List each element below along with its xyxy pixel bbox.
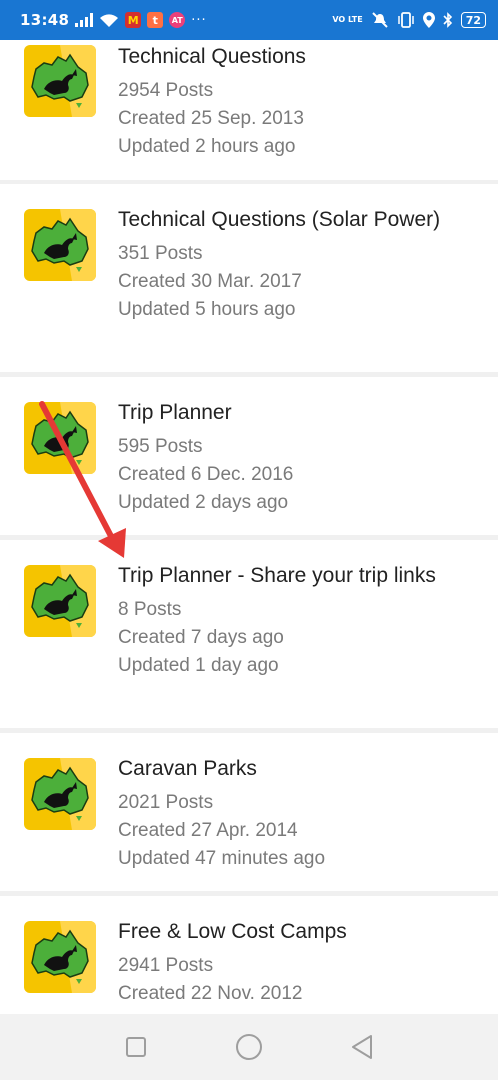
forum-item[interactable]: Technical Questions (Solar Power) 351 Po… — [0, 184, 498, 372]
status-time: 13:48 — [20, 11, 70, 29]
location-icon — [422, 12, 435, 28]
forum-updated: Updated 5 hours ago — [118, 299, 296, 320]
home-button[interactable] — [229, 1027, 269, 1067]
forum-created: Created 27 Apr. 2014 — [118, 820, 298, 841]
recents-button[interactable] — [116, 1027, 156, 1067]
forum-item[interactable]: Technical Questions 2954 Posts Created 2… — [0, 40, 498, 180]
forum-posts: 2954 Posts — [118, 80, 214, 101]
wifi-icon — [99, 13, 119, 28]
system-nav-bar — [0, 1014, 498, 1080]
australia-kangaroo-logo-icon — [24, 758, 96, 830]
forum-created: Created 25 Sep. 2013 — [118, 108, 304, 129]
forum-created: Created 30 Mar. 2017 — [118, 271, 302, 292]
signal-icon — [75, 13, 94, 27]
australia-kangaroo-logo-icon — [24, 921, 96, 993]
forum-title: Technical Questions (Solar Power) — [118, 208, 441, 231]
circle-icon — [235, 1034, 262, 1060]
status-bar: 13:48 M t AT ··· VO LTE 72 — [0, 0, 498, 40]
forum-updated: Updated 1 day ago — [118, 655, 279, 676]
forum-posts: 595 Posts — [118, 436, 203, 457]
square-icon — [126, 1037, 147, 1057]
bluetooth-icon — [443, 12, 453, 28]
triangle-back-icon — [351, 1035, 372, 1059]
forum-item[interactable]: Caravan Parks 2021 Posts Created 27 Apr.… — [0, 733, 498, 891]
forum-item[interactable]: Trip Planner 595 Posts Created 6 Dec. 20… — [0, 377, 498, 535]
australia-kangaroo-logo-icon — [24, 45, 96, 117]
forum-posts: 351 Posts — [118, 243, 203, 264]
forum-title: Caravan Parks — [118, 757, 257, 780]
forum-updated: Updated 2 days ago — [118, 492, 289, 513]
forum-title: Trip Planner - Share your trip links — [118, 564, 436, 587]
forum-updated: Updated 2 hours ago — [118, 136, 296, 157]
forum-updated: Updated 47 minutes ago — [118, 848, 326, 869]
forum-created: Created 22 Nov. 2012 — [118, 983, 303, 1004]
forum-posts: 2021 Posts — [118, 792, 214, 813]
more-notifications-icon: ··· — [191, 12, 207, 28]
forum-list: Technical Questions 2954 Posts Created 2… — [0, 40, 498, 1014]
forum-created: Created 7 days ago — [118, 627, 284, 648]
forum-title: Technical Questions — [118, 45, 306, 68]
mcdonalds-notification-icon: M — [125, 12, 142, 28]
australia-kangaroo-logo-icon — [24, 209, 96, 281]
forum-item[interactable]: Trip Planner - Share your trip links 8 P… — [0, 540, 498, 728]
forum-posts: 2941 Posts — [118, 955, 214, 976]
vibrate-icon — [397, 12, 415, 28]
at-app-notification-icon: AT — [169, 12, 186, 28]
t-app-notification-icon: t — [147, 12, 164, 28]
volte-icon: VO LTE — [332, 15, 363, 24]
forum-created: Created 6 Dec. 2016 — [118, 464, 294, 485]
forum-posts: 8 Posts — [118, 599, 182, 620]
australia-kangaroo-logo-icon — [24, 565, 96, 637]
mute-icon — [371, 12, 389, 28]
back-button[interactable] — [342, 1027, 382, 1067]
australia-kangaroo-logo-icon — [24, 402, 96, 474]
forum-title: Trip Planner — [118, 401, 232, 424]
forum-item[interactable]: Free & Low Cost Camps 2941 Posts Created… — [0, 896, 498, 1014]
battery-icon: 72 — [460, 12, 486, 28]
forum-title: Free & Low Cost Camps — [118, 920, 347, 943]
